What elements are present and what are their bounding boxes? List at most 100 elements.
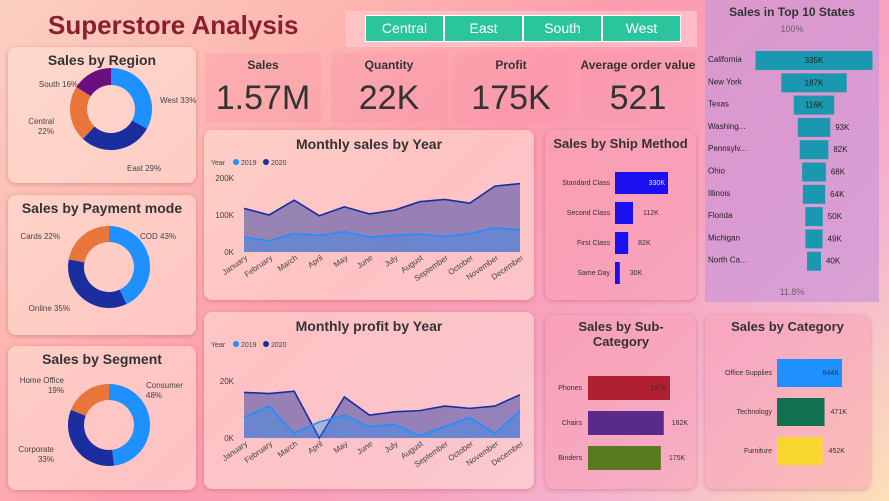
funnel-bar-8 [805, 229, 823, 249]
kpi-quantity: Quantity 22K [331, 53, 447, 123]
subcategory-bar-chart[interactable]: Phones 197K Chairs 182K Binders 175K [545, 315, 696, 489]
x-tick-label: June [355, 253, 375, 271]
slice-label: Cards 22% [20, 232, 60, 241]
funnel-bar-4 [799, 140, 829, 160]
filter-central-button[interactable]: Central [365, 15, 444, 42]
funnel-value-label: 64K [830, 190, 845, 199]
bar-category-label: Chairs [562, 420, 583, 427]
ship-method-bar-chart[interactable]: Standard Class 330K Second Class 112K First … [545, 130, 696, 300]
slice-label: 48% [146, 391, 162, 400]
funnel-value-label: 68K [831, 168, 846, 177]
slice-label: COD 43% [140, 232, 176, 241]
funnel-value-label: 82K [833, 145, 848, 154]
slice-label: Online 35% [29, 304, 70, 313]
kpi-value: 22K [358, 79, 420, 117]
bar-binders [588, 446, 661, 470]
funnel-value-label: 116K [805, 101, 824, 110]
slice-label: West 33% [160, 96, 196, 105]
bar-category-label: Standard Class [562, 180, 610, 187]
payment-card: Sales by Payment mode COD 43% Online 35% C… [8, 195, 196, 335]
bar-category-label: Office Supplies [725, 370, 772, 377]
segment-card: Sales by Segment Consumer 48% Corporate 33%… [8, 346, 196, 490]
bar-category-label: Second Class [567, 210, 611, 217]
slice-label: South 16% [39, 80, 78, 89]
bar-category-label: Binders [558, 455, 582, 462]
donut-slice-consumer [109, 384, 150, 466]
slice-label: 22% [38, 127, 54, 136]
legend-label: 2020 [271, 160, 287, 167]
subcategory-card: Sales by Sub-Category Phones 197K Chairs 18… [545, 315, 696, 489]
bar-second-class [615, 202, 633, 224]
donut-slice-corporate [68, 409, 115, 466]
kpi-profit: Profit 175K [453, 53, 569, 123]
bar-category-label: Technology [737, 409, 773, 416]
monthly-sales-card: Monthly sales by Year Year 2019 2020 200K 10… [204, 130, 534, 300]
kpi-label: Average order value [580, 58, 696, 72]
donut-slice-west [111, 68, 153, 129]
kpi-label: Quantity [364, 58, 414, 72]
x-tick-label: April [306, 439, 324, 456]
legend-title: Year [211, 342, 226, 349]
funnel-bar-6 [802, 184, 826, 204]
legend-marker [233, 159, 239, 165]
y-tick-label: 0K [224, 434, 234, 443]
kpi-value: 521 [609, 79, 667, 117]
bar-value-label: 112K [643, 210, 659, 217]
filter-west-button[interactable]: West [602, 15, 681, 42]
monthly-sales-area-chart[interactable]: Year 2019 2020200K100K0KJanuaryFebruary Mar… [204, 130, 534, 300]
funnel-bar-5 [802, 162, 826, 182]
y-tick-label: 20K [220, 377, 235, 386]
state-label: California [708, 55, 742, 64]
bar-value-label: 644K [823, 370, 840, 377]
kpi-label: Profit [495, 58, 527, 72]
bar-category-label: First Class [577, 240, 611, 247]
legend-marker [263, 159, 269, 165]
page-title: Superstore Analysis [48, 10, 299, 40]
funnel-value-label: 49K [828, 234, 843, 243]
region-card: Sales by Region West 33% East 29% Central 2… [8, 47, 196, 183]
state-label: Illinois [708, 189, 730, 198]
funnel-value-label: 40K [826, 257, 841, 266]
state-label: New York [708, 77, 743, 86]
states-funnel-chart[interactable]: California 335K New York 187K Texas 116K Washi… [705, 0, 879, 302]
segment-donut-chart[interactable]: Consumer48% Corporate33% Home Office19% [8, 346, 196, 490]
kpi-label: Sales [247, 58, 279, 72]
x-tick-label: July [383, 253, 400, 269]
bar-value-label: 82K [638, 240, 651, 247]
funnel-bar-3 [797, 117, 831, 137]
funnel-bar-7 [805, 207, 823, 227]
y-tick-label: 200K [215, 174, 234, 183]
category-bar-chart[interactable]: Office Supplies 644K Technology 471K Furnitu… [705, 315, 870, 489]
bar-value-label: 197K [651, 385, 668, 392]
bar-value-label: 30K [630, 270, 643, 277]
x-tick-label: March [276, 253, 299, 273]
funnel-value-label: 187K [805, 78, 824, 87]
bar-same-day [615, 262, 620, 284]
donut-slice-cards [68, 226, 109, 263]
slice-label: Central [28, 117, 54, 126]
funnel-value-label: 335K [805, 56, 824, 65]
bar-chairs [588, 411, 664, 435]
y-tick-label: 0K [224, 248, 234, 257]
region-donut-chart[interactable]: West 33% East 29% Central22% South 16% [8, 47, 196, 183]
funnel-value-label: 50K [828, 212, 843, 221]
x-tick-label: May [332, 439, 350, 455]
bar-value-label: 330K [649, 180, 666, 187]
slice-label: Corporate [18, 445, 54, 454]
x-tick-label: July [383, 439, 400, 455]
state-label: Pennsylv... [708, 144, 747, 153]
slice-label: 33% [38, 455, 54, 464]
bar-value-label: 182K [672, 420, 689, 427]
filter-south-button[interactable]: South [523, 15, 602, 42]
state-label: Florida [708, 211, 733, 220]
monthly-profit-area-chart[interactable]: Year 2019 202020K0KJanuaryFebruary March Apr… [204, 312, 534, 489]
funnel-value-label: 93K [835, 123, 850, 132]
filter-east-button[interactable]: East [444, 15, 523, 42]
payment-donut-chart[interactable]: COD 43% Online 35% Cards 22% [8, 195, 196, 335]
bar-furniture [777, 437, 823, 465]
legend-marker [233, 341, 239, 347]
donut-slice-home-office [70, 384, 109, 416]
legend-title: Year [211, 160, 226, 167]
bar-value-label: 452K [829, 448, 846, 455]
kpi-value: 1.57M [215, 79, 311, 117]
